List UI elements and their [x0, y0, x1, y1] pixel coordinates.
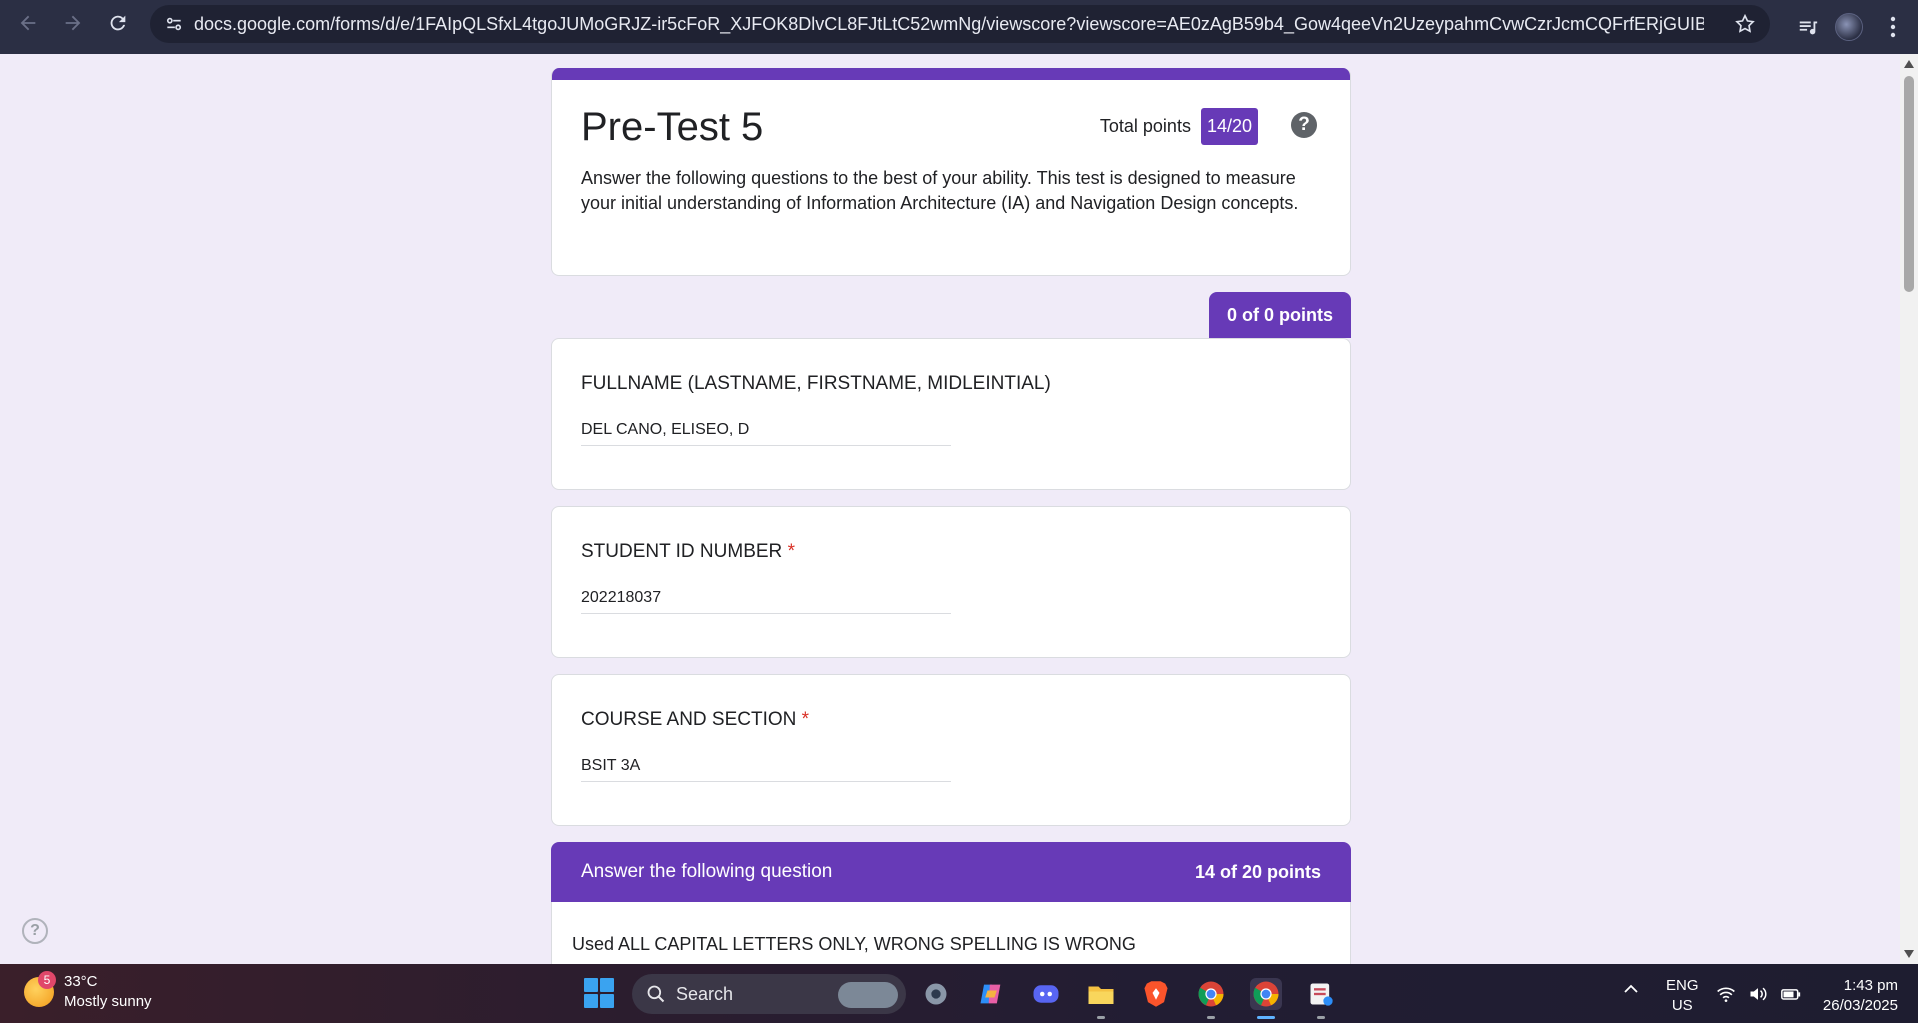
required-asterisk: * — [801, 709, 810, 730]
system-tray[interactable] — [1716, 984, 1802, 1004]
discord-icon[interactable] — [1030, 978, 1062, 1010]
answer-value: BSIT 3A — [581, 757, 951, 782]
question-title: STUDENT ID NUMBER * — [581, 541, 795, 562]
snipping-tool-icon[interactable] — [1305, 978, 1337, 1010]
site-info-icon[interactable] — [154, 5, 194, 43]
volume-icon[interactable] — [1748, 984, 1768, 1004]
forward-button[interactable] — [55, 5, 91, 41]
lang-code: ENG — [1666, 977, 1699, 994]
active-window-indicator — [1257, 1016, 1275, 1019]
menu-kebab-icon[interactable] — [1878, 8, 1908, 46]
language-indicator[interactable]: ENG US — [1666, 976, 1699, 1016]
url-text[interactable]: docs.google.com/forms/d/e/1FAIpQLSfxL4tg… — [194, 14, 1704, 35]
total-points: Total points 14/20 — [1100, 108, 1258, 145]
windows-logo-tile — [584, 994, 598, 1008]
running-indicator — [1317, 1016, 1325, 1019]
accent-bar — [552, 68, 1350, 80]
weather-condition: Mostly sunny — [64, 993, 152, 1010]
taskbar-search[interactable]: Search — [632, 974, 906, 1014]
clock-time: 1:43 pm — [1843, 977, 1898, 994]
windows-taskbar: 5 33°C Mostly sunny Search ENG US 1:43 p… — [0, 964, 1918, 1023]
form-description: Answer the following questions to the be… — [581, 168, 1299, 213]
weather-temp: 33°C — [64, 973, 98, 990]
form-title: Pre-Test 5 — [581, 105, 764, 149]
chrome-profile-icon[interactable] — [1250, 978, 1282, 1010]
clock-date: 26/03/2025 — [1822, 997, 1898, 1014]
form-header-card: Pre-Test 5 Total points 14/20 ? Answer t… — [551, 68, 1351, 276]
search-label: Search — [676, 983, 734, 1004]
question-card-fullname: FULLNAME (LASTNAME, FIRSTNAME, MIDLEINTI… — [551, 338, 1351, 490]
system-clock[interactable]: 1:43 pm 26/03/2025 — [1818, 976, 1898, 1016]
section-points: 14 of 20 points — [1194, 861, 1321, 882]
score-badge: 14/20 — [1200, 108, 1258, 145]
section-note: Used ALL CAPITAL LETTERS ONLY, WRONG SPE… — [572, 934, 1136, 954]
section-description-card: Used ALL CAPITAL LETTERS ONLY, WRONG SPE… — [551, 902, 1351, 964]
scroll-thumb[interactable] — [1904, 76, 1914, 292]
windows-logo-tile — [600, 978, 614, 992]
reload-button[interactable] — [100, 5, 136, 41]
settings-icon[interactable] — [920, 978, 952, 1010]
help-icon[interactable]: ? — [1291, 112, 1317, 138]
section-points-badge: 0 of 0 points — [1209, 292, 1351, 338]
file-explorer-icon[interactable] — [1085, 978, 1117, 1010]
required-asterisk: * — [787, 541, 795, 562]
search-highlight-icon — [838, 982, 898, 1008]
address-bar[interactable]: docs.google.com/forms/d/e/1FAIpQLSfxL4tg… — [150, 5, 1770, 43]
scroll-up-arrow-icon[interactable] — [1904, 60, 1914, 68]
answer-value: DEL CANO, ELISEO, D — [581, 421, 951, 446]
vertical-scrollbar[interactable] — [1900, 54, 1918, 964]
windows-logo-tile — [600, 994, 614, 1008]
battery-icon[interactable] — [1780, 984, 1802, 1004]
wifi-icon[interactable] — [1716, 984, 1736, 1004]
browser-toolbar: docs.google.com/forms/d/e/1FAIpQLSfxL4tg… — [0, 0, 1918, 54]
page-help-icon[interactable]: ? — [22, 918, 48, 944]
question-card-course-section: COURSE AND SECTION * BSIT 3A — [551, 674, 1351, 826]
total-points-label: Total points — [1099, 116, 1191, 136]
copilot-icon[interactable] — [975, 978, 1007, 1010]
arrow-right-icon — [65, 15, 81, 31]
section-header: Answer the following question 14 of 20 p… — [551, 842, 1351, 902]
page-content: Pre-Test 5 Total points 14/20 ? Answer t… — [0, 54, 1900, 964]
lang-region: US — [1671, 997, 1693, 1014]
weather-widget[interactable]: 5 33°C Mostly sunny — [24, 971, 152, 1012]
question-title: FULLNAME (LASTNAME, FIRSTNAME, MIDLEINTI… — [581, 373, 1051, 394]
notification-badge: 5 — [38, 971, 56, 989]
back-button[interactable] — [10, 5, 46, 41]
question-title: COURSE AND SECTION * — [581, 709, 810, 730]
question-card-student-id: STUDENT ID NUMBER * 202218037 — [551, 506, 1351, 658]
answer-value: 202218037 — [581, 589, 951, 614]
running-indicator — [1097, 1016, 1105, 1019]
media-control-icon[interactable] — [1793, 8, 1823, 46]
profile-avatar[interactable] — [1834, 8, 1864, 46]
running-indicator — [1207, 1016, 1215, 1019]
scroll-down-arrow-icon[interactable] — [1904, 950, 1914, 958]
search-icon — [647, 985, 665, 1003]
chrome-icon[interactable] — [1195, 978, 1227, 1010]
chevron-up-icon[interactable] — [1622, 980, 1640, 1003]
sun-icon: 5 — [24, 971, 56, 1007]
section-title: Answer the following question — [581, 861, 833, 882]
arrow-left-icon — [20, 15, 36, 31]
bookmark-star-icon[interactable] — [1734, 13, 1756, 40]
brave-icon[interactable] — [1140, 978, 1172, 1010]
windows-logo-tile — [584, 978, 598, 992]
reload-icon — [110, 15, 126, 31]
start-button[interactable] — [584, 978, 614, 1008]
